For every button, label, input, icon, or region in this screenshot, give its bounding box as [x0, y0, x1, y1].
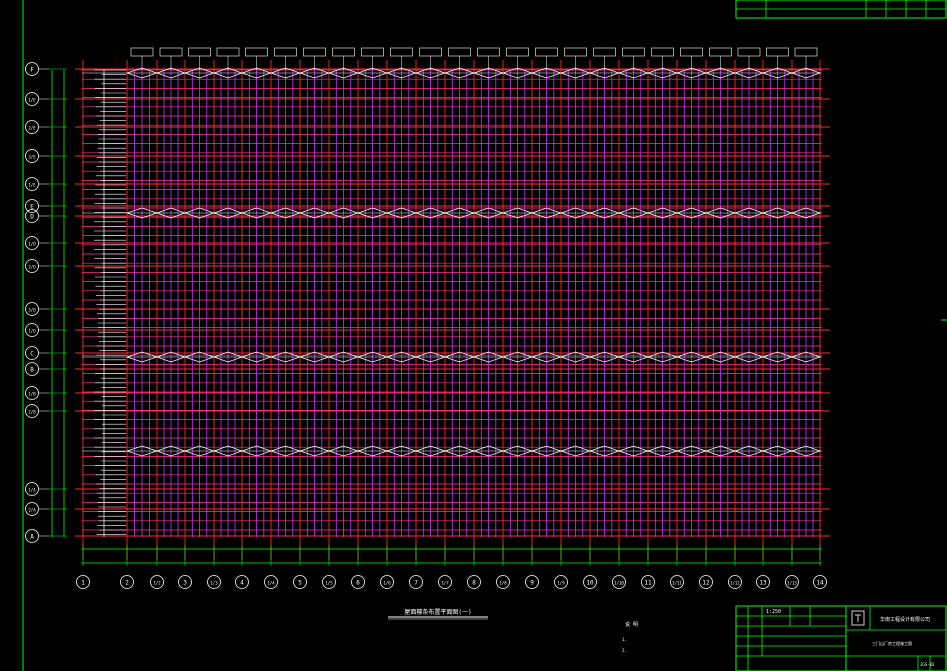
roof-purlin-plan: 1 2 1/2 3 1/3 4 1/4 5 1/5 6 1/6 7 1/7 8 1/8 9 1/9 10 1/10 1… [25, 47, 830, 589]
top-dimension-box [506, 47, 529, 57]
axis-label-left: A [30, 534, 34, 541]
axis-label-bottom: 3 [183, 580, 187, 587]
axis-label-left: 1/E [28, 98, 36, 103]
axis-label-bottom: 11 [644, 580, 652, 587]
cad-drawing-canvas: 1 2 1/2 3 1/3 4 1/4 5 1/5 6 1/6 7 1/7 8 1/8 9 1/9 10 1/10 1… [22, 0, 947, 671]
axis-label-bottom: 1/5 [325, 581, 333, 586]
axis-label-left: 1/D [28, 242, 36, 247]
top-dimension-box [622, 47, 645, 57]
title-company: 华南工程设计有限公司 [880, 616, 930, 623]
top-dimension-box [737, 47, 761, 57]
axis-label-bottom: 10 [586, 580, 594, 587]
axis-label-left: 1/B [28, 392, 36, 397]
notes-block: 说 明 1. 2. [622, 621, 638, 653]
axis-label-bottom: 1/6 [383, 581, 391, 586]
axis-label-bottom: 1/9 [557, 581, 565, 586]
top-dimension-box [564, 47, 587, 57]
top-dimension-box [390, 47, 413, 57]
top-dimension-box [274, 47, 297, 57]
axis-label-bottom: 8 [472, 580, 476, 587]
title-project: 三门山厂房工程施工图 [872, 640, 912, 646]
axis-label-bottom: 1/10 [614, 581, 624, 586]
axis-label-left: 3/E [28, 155, 36, 160]
axis-label-bottom: 1/13 [787, 581, 797, 586]
axis-label-bottom: 1/2 [153, 581, 161, 586]
axis-label-bottom: 1/4 [267, 581, 275, 586]
top-dimension-box [448, 47, 471, 57]
company-logo-icon [851, 610, 865, 626]
top-dimension-box [130, 47, 154, 57]
axis-label-bottom: 1/12 [730, 581, 740, 586]
top-dimension-box [159, 47, 183, 57]
axis-label-bottom: 5 [298, 580, 302, 587]
axis-label-bottom: 9 [530, 580, 534, 587]
top-dimension-box [794, 47, 818, 57]
notes-heading: 说 明 [625, 621, 638, 628]
axis-label-left: 3/D [28, 308, 36, 313]
title-scale: 1:250 [766, 609, 781, 615]
axis-label-left: 2/A [28, 508, 36, 513]
axis-label-bottom: 12 [702, 580, 710, 587]
axis-label-left: 1/E [28, 183, 36, 188]
axis-label-bottom: 1/7 [441, 581, 449, 586]
top-dimension-box [216, 47, 240, 57]
top-right-table [735, 0, 947, 19]
axis-label-bottom: 13 [759, 580, 767, 587]
top-dimension-box [419, 47, 442, 57]
axis-label-left: 2/B [28, 410, 36, 415]
axis-label-left: D [30, 214, 34, 221]
axis-label-bottom: 14 [816, 580, 824, 587]
title-drawing-no: JGS-03 [920, 662, 935, 667]
top-dimension-box [245, 47, 268, 57]
axis-label-bottom: 6 [356, 580, 360, 587]
title-block: 1:250 华南工程设计有限公司 三门山厂房工程施工图 JGS-03 [735, 605, 947, 671]
note-2: 2. [622, 648, 627, 653]
top-dimension-box [188, 47, 211, 57]
top-dimension-box [709, 47, 732, 57]
axis-label-left: 2/D [28, 265, 36, 270]
axis-label-left: 2/E [28, 126, 36, 131]
axis-label-left: F [30, 67, 34, 74]
top-dimension-box [680, 47, 703, 57]
drawing-title-block: 屋面檩条布置平面图(一) [388, 608, 488, 620]
top-dimension-box [651, 47, 674, 57]
axis-label-left: 1/D [28, 329, 36, 334]
axis-label-left: C [30, 351, 34, 358]
note-1: 1. [622, 637, 627, 642]
top-dimension-box [332, 47, 355, 57]
top-dimension-box [477, 47, 500, 57]
top-dimension-box [303, 47, 326, 57]
axis-label-left: 1/A [28, 488, 36, 493]
top-dimension-box [593, 47, 616, 57]
axis-label-bottom: 2 [125, 580, 129, 587]
drawing-title: 屋面檩条布置平面图(一) [404, 608, 471, 616]
axis-label-bottom: 1/8 [499, 581, 507, 586]
top-dimension-box [361, 47, 384, 57]
top-dimension-box [766, 47, 789, 57]
axis-label-bottom: 1/3 [210, 581, 218, 586]
axis-label-bottom: 1/11 [672, 581, 682, 586]
axis-label-bottom: 4 [240, 580, 244, 587]
axis-label-bottom: 7 [414, 580, 418, 587]
axis-label-left: B [30, 367, 34, 374]
axis-label-bottom: 1 [81, 580, 85, 587]
top-dimension-box [535, 47, 558, 57]
